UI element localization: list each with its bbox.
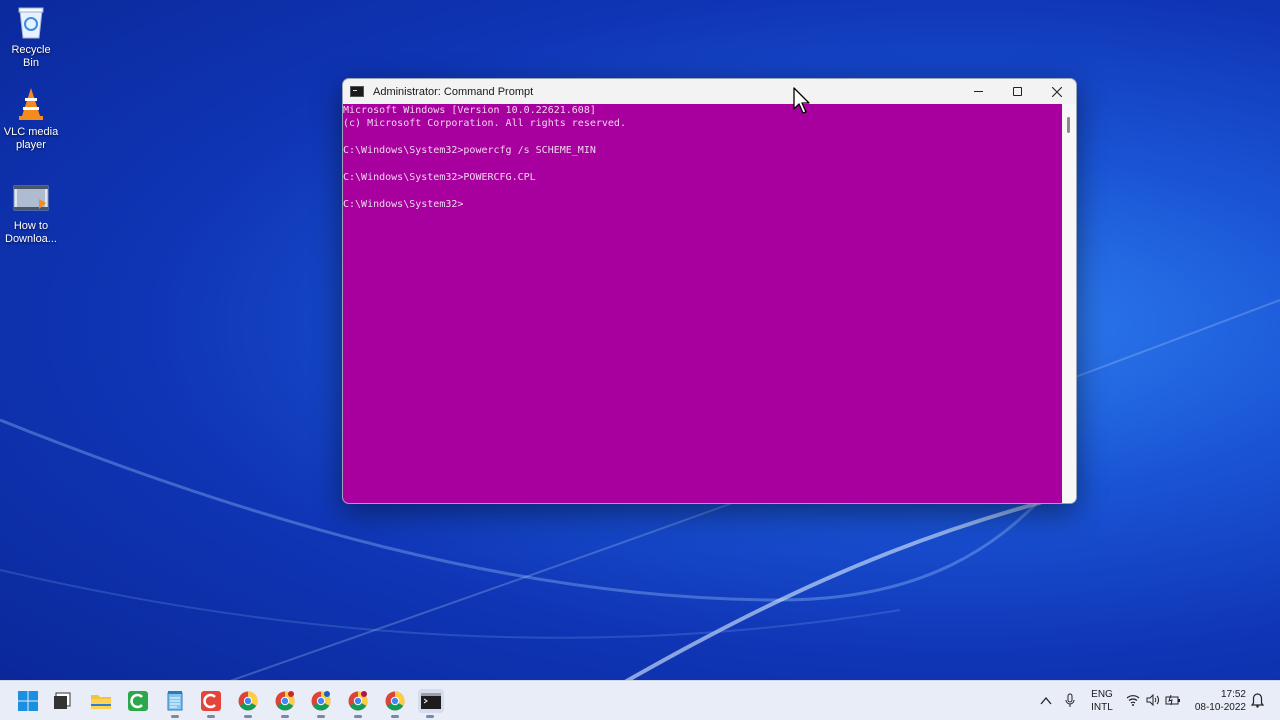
camtasia-icon: [128, 691, 148, 711]
recycle-bin-icon: [13, 4, 49, 40]
chrome-icon: [348, 691, 368, 711]
chrome-icon: [275, 691, 295, 711]
windows-start-icon: [18, 691, 38, 711]
task-view-button[interactable]: [51, 689, 75, 713]
taskbar-file-explorer[interactable]: [89, 689, 113, 713]
notification-icon[interactable]: [1251, 693, 1264, 708]
taskbar: ENG INTL 17:52 08-10-2022: [0, 680, 1280, 720]
volume-icon[interactable]: [1146, 694, 1160, 706]
console-output[interactable]: Microsoft Windows [Version 10.0.22621.60…: [343, 104, 1063, 503]
desktop-icon-vlc[interactable]: VLC media player: [2, 86, 60, 152]
chevron-up-icon[interactable]: [1040, 696, 1052, 706]
keyboard-layout: INTL: [1091, 702, 1113, 713]
window-titlebar[interactable]: Administrator: Command Prompt: [343, 79, 1076, 104]
wifi-icon[interactable]: [1126, 694, 1140, 706]
desktop-icon-label: VLC media player: [3, 126, 59, 151]
console-line: (c) Microsoft Corporation. All rights re…: [343, 118, 626, 130]
task-view-icon: [54, 692, 71, 709]
taskbar-chrome-3[interactable]: [309, 689, 333, 718]
taskbar-chrome-1[interactable]: [236, 689, 260, 718]
console-line: Microsoft Windows [Version 10.0.22621.60…: [343, 105, 596, 116]
scrollbar-thumb[interactable]: [1067, 117, 1070, 133]
taskbar-chrome-5[interactable]: [383, 689, 407, 718]
desktop-icon-recycle-bin[interactable]: Recycle Bin: [2, 4, 60, 70]
cmd-app-icon: [350, 86, 364, 97]
console-line: C:\Windows\System32>powercfg /s SCHEME_M…: [343, 145, 596, 157]
input-language-indicator[interactable]: ENG INTL: [1090, 688, 1114, 714]
video-file-icon: [13, 180, 49, 216]
clock-time: 17:52: [1220, 689, 1246, 700]
notepad-icon: [167, 691, 183, 711]
chrome-icon: [385, 691, 405, 711]
maximize-button[interactable]: [998, 79, 1037, 104]
close-button[interactable]: [1037, 79, 1076, 104]
file-explorer-icon: [91, 695, 111, 709]
microphone-icon[interactable]: [1064, 693, 1076, 709]
command-prompt-window[interactable]: Administrator: Command Prompt Microsoft …: [342, 78, 1077, 504]
system-clock[interactable]: 17:52 08-10-2022: [1190, 688, 1246, 714]
minimize-icon: [974, 91, 983, 92]
window-controls: [959, 79, 1076, 104]
taskbar-command-prompt[interactable]: [418, 689, 444, 718]
console-line: C:\Windows\System32>POWERCFG.CPL: [343, 171, 536, 183]
console-scrollbar[interactable]: [1062, 104, 1076, 503]
battery-icon[interactable]: [1165, 694, 1181, 706]
start-button[interactable]: [16, 689, 40, 713]
window-title: Administrator: Command Prompt: [373, 85, 534, 98]
vlc-cone-icon: [13, 86, 49, 122]
desktop-icon-video-file[interactable]: How to Downloa...: [2, 180, 60, 246]
taskbar-camtasia-recorder[interactable]: [199, 689, 223, 718]
minimize-button[interactable]: [959, 79, 998, 104]
desktop-icon-label: Recycle Bin: [11, 44, 51, 69]
maximize-icon: [1013, 87, 1022, 96]
mouse-pointer-icon: [793, 87, 810, 114]
language-code: ENG: [1091, 689, 1113, 700]
chrome-icon: [311, 691, 331, 711]
close-icon: [1051, 86, 1062, 97]
taskbar-camtasia[interactable]: [126, 689, 150, 713]
clock-date: 08-10-2022: [1194, 702, 1246, 713]
desktop-icon-label: How to Downloa...: [5, 220, 57, 245]
taskbar-chrome-4[interactable]: [346, 689, 370, 718]
chrome-icon: [238, 691, 258, 711]
taskbar-chrome-2[interactable]: [273, 689, 297, 718]
command-prompt-icon: [421, 693, 441, 709]
console-line: C:\Windows\System32>: [343, 198, 464, 210]
taskbar-notepad[interactable]: [163, 689, 187, 718]
camtasia-recorder-icon: [201, 691, 221, 711]
